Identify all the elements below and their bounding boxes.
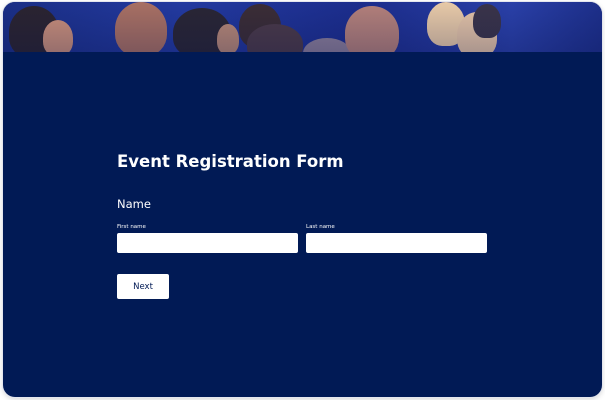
banner-image [3,2,602,52]
first-name-label: First name [117,224,146,230]
name-section-title: Name [117,197,151,211]
form-window: Event Registration Form Name First name … [3,2,602,397]
last-name-input[interactable] [306,233,487,253]
next-button[interactable]: Next [117,274,169,299]
form-title: Event Registration Form [117,152,344,171]
last-name-label: Last name [306,224,335,230]
banner-shade [3,2,602,52]
first-name-field: First name [117,224,298,253]
first-name-input[interactable] [117,233,298,253]
last-name-field: Last name [306,224,487,253]
